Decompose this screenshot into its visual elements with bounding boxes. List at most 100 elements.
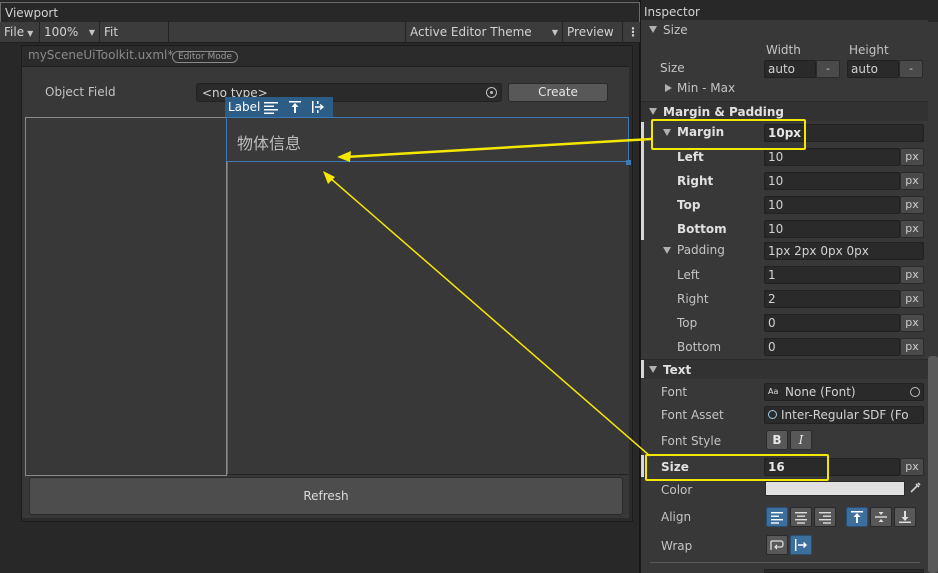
align-center-icon: [795, 512, 807, 524]
left-container[interactable]: [25, 117, 227, 476]
padding-bottom-label: Bottom: [677, 340, 722, 354]
font-asset-icon: Aa: [768, 387, 779, 396]
next-field-partial[interactable]: [764, 569, 924, 573]
zoom-caret-icon: ▼: [88, 28, 95, 37]
stretch-icon[interactable]: [311, 100, 327, 114]
eyedropper-icon[interactable]: [908, 481, 922, 495]
padding-field[interactable]: 1px 2px 0px 0px: [764, 242, 924, 260]
valign-top-icon: [851, 511, 863, 523]
margin-bottom-field[interactable]: 10: [764, 220, 900, 238]
size-override-indicator: [641, 455, 644, 477]
padding-bottom-unit[interactable]: px: [900, 338, 924, 356]
text-section-header[interactable]: Text: [641, 359, 928, 379]
label-toolbar: Label: [225, 97, 333, 117]
font-style-label: Font Style: [661, 434, 722, 448]
theme-dropdown[interactable]: Active Editor Theme ▼: [405, 22, 563, 43]
size-section-header[interactable]: Size: [641, 20, 928, 40]
align-left-icon[interactable]: [263, 100, 279, 114]
align-right-button[interactable]: [814, 507, 836, 527]
align-left-button[interactable]: [766, 507, 788, 527]
padding-left-field[interactable]: 1: [764, 266, 900, 284]
padding-left-unit[interactable]: px: [900, 266, 924, 284]
valign-middle-button[interactable]: [870, 507, 892, 527]
align-left-icon: [771, 512, 783, 524]
selected-label-text: 物体信息: [237, 134, 302, 153]
font-picker-icon[interactable]: [910, 387, 920, 397]
padding-right-unit[interactable]: px: [900, 290, 924, 308]
label-toolbar-title: Label: [228, 100, 261, 114]
create-button[interactable]: Create: [508, 83, 608, 102]
width-header: Width: [766, 43, 801, 57]
align-right-icon: [819, 512, 831, 524]
margin-override-indicator: [641, 122, 644, 240]
valign-bottom-icon: [899, 511, 911, 523]
margin-left-field[interactable]: 10: [764, 148, 900, 166]
margin-padding-title: Margin & Padding: [663, 105, 785, 119]
selected-label-element[interactable]: 物体信息: [226, 117, 629, 162]
min-max-expand-icon[interactable]: [665, 84, 672, 92]
italic-toggle[interactable]: I: [790, 430, 812, 450]
no-wrap-button[interactable]: [790, 535, 812, 555]
padding-top-field[interactable]: 0: [764, 314, 900, 332]
right-container[interactable]: [227, 160, 628, 475]
viewport-tab[interactable]: Viewport: [0, 2, 640, 22]
font-value: None (Font): [785, 385, 856, 399]
margin-right-unit[interactable]: px: [900, 172, 924, 190]
padding-right-field[interactable]: 2: [764, 290, 900, 308]
width-unit-dropdown[interactable]: -: [816, 60, 840, 78]
object-picker-icon[interactable]: [486, 87, 497, 98]
inspector-tab[interactable]: Inspector: [641, 0, 938, 22]
resize-handle[interactable]: [626, 160, 631, 165]
theme-caret-icon: ▼: [551, 28, 558, 37]
margin-left-unit[interactable]: px: [900, 148, 924, 166]
margin-highlight-box: [651, 119, 806, 150]
padding-top-unit[interactable]: px: [900, 314, 924, 332]
margin-top-unit[interactable]: px: [900, 196, 924, 214]
padding-right-label: Right: [677, 292, 709, 306]
color-label: Color: [661, 483, 693, 497]
height-field[interactable]: auto: [847, 60, 899, 78]
padding-collapse-icon[interactable]: [663, 247, 671, 254]
margin-bottom-label: Bottom: [677, 222, 727, 236]
inspector-scrollbar[interactable]: [928, 356, 938, 573]
font-asset-field[interactable]: Inter-Regular SDF (Fo: [764, 406, 924, 424]
editor-mode-badge[interactable]: Editor Mode: [172, 51, 239, 63]
margin-top-field[interactable]: 10: [764, 196, 900, 214]
margin-bottom-unit[interactable]: px: [900, 220, 924, 238]
fit-canvas-button[interactable]: Fit Canvas: [100, 22, 169, 60]
align-label: Align: [661, 510, 692, 524]
wrap-button[interactable]: [766, 535, 788, 555]
valign-top-button[interactable]: [846, 507, 868, 527]
valign-middle-icon: [875, 512, 887, 522]
preview-button[interactable]: Preview: [563, 22, 623, 43]
min-max-foldout[interactable]: Min - Max: [677, 81, 735, 95]
refresh-button[interactable]: Refresh: [29, 477, 623, 515]
more-menu-icon[interactable]: ⋮: [623, 22, 640, 43]
font-field[interactable]: Aa None (Font): [764, 383, 924, 401]
margin-right-field[interactable]: 10: [764, 172, 900, 190]
font-size-unit[interactable]: px: [900, 458, 924, 476]
object-field-label: Object Field: [45, 85, 116, 99]
valign-bottom-button[interactable]: [894, 507, 916, 527]
viewport-tab-title: Viewport: [5, 6, 59, 20]
size-highlight-box: [645, 454, 829, 481]
bold-toggle[interactable]: B: [766, 430, 788, 450]
file-menu-caret-icon: ▼: [27, 29, 34, 38]
file-menu[interactable]: File ▼: [0, 22, 40, 43]
font-label: Font: [661, 385, 688, 399]
margin-padding-collapse-icon: [649, 108, 657, 115]
align-center-button[interactable]: [790, 507, 812, 527]
size-row-label: Size: [660, 61, 685, 75]
height-header: Height: [849, 43, 889, 57]
wrap-icon: [770, 540, 784, 550]
width-field[interactable]: auto: [764, 60, 816, 78]
padding-bottom-field[interactable]: 0: [764, 338, 900, 356]
height-unit-dropdown[interactable]: -: [899, 60, 923, 78]
align-top-icon[interactable]: [288, 100, 302, 114]
margin-top-label: Top: [677, 198, 701, 212]
font-asset-type-icon: [768, 410, 777, 419]
color-swatch[interactable]: [765, 481, 905, 496]
zoom-dropdown[interactable]: 100% ▼: [40, 22, 100, 43]
margin-padding-header[interactable]: Margin & Padding: [641, 101, 928, 121]
preview-label: Preview: [567, 25, 614, 39]
